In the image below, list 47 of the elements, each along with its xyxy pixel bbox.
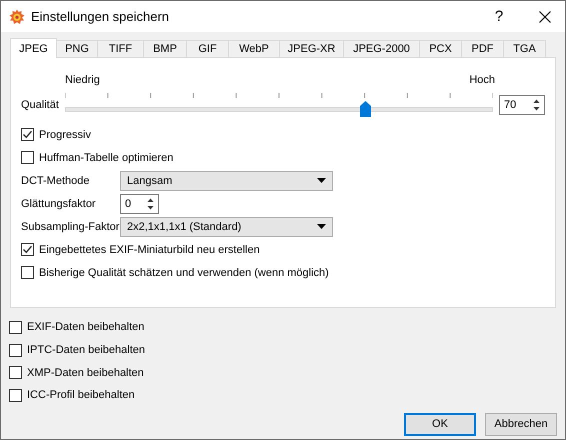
close-icon[interactable]	[539, 10, 551, 22]
dropdown[interactable]: 2x2,1x1,1x1 (Standard)	[120, 216, 333, 236]
app-icon	[9, 8, 25, 24]
quality-spin-field[interactable]: 70	[499, 95, 545, 115]
help-button[interactable]: ?	[489, 8, 509, 25]
dropdown-arrow-icon	[317, 224, 326, 229]
checkbox-label: Huffman-Tabelle optimieren	[39, 152, 174, 164]
slider-thumb[interactable]	[360, 101, 371, 117]
checkbox-label: EXIF-Daten beibehalten	[27, 321, 144, 334]
window-title: Einstellungen speichern	[31, 9, 170, 24]
dropdown-arrow-icon	[317, 178, 326, 183]
checkbox[interactable]	[9, 344, 22, 357]
checkbox-label: IPTC-Daten beibehalten	[27, 344, 146, 356]
checkbox[interactable]	[9, 366, 22, 380]
tab[interactable]: BMP	[144, 40, 187, 57]
checkbox-label: Progressiv	[39, 128, 91, 140]
tab[interactable]: JPEG	[10, 38, 57, 58]
field-label: Subsampling-Faktor	[21, 220, 120, 232]
tab[interactable]: TIFF	[98, 40, 144, 57]
checkbox[interactable]	[21, 128, 34, 141]
tab[interactable]: PCX	[420, 40, 462, 57]
scale-label: Hoch	[469, 74, 495, 86]
slider-label: Qualität	[21, 99, 60, 111]
tab[interactable]: PDF	[462, 40, 504, 57]
field-label: DCT-Methode	[21, 174, 90, 186]
tab[interactable]: GIF	[187, 40, 229, 57]
checkbox[interactable]	[9, 388, 22, 402]
checkbox-label: Eingebettetes EXIF-Miniaturbild neu erstellen	[39, 244, 260, 256]
tab[interactable]: TGA	[504, 40, 546, 57]
tab[interactable]: JPEG-2000	[344, 40, 420, 57]
tab[interactable]: WebP	[229, 40, 280, 57]
quality-slider[interactable]	[65, 93, 493, 117]
tab[interactable]: JPEG-XR	[280, 40, 344, 57]
checkbox-label: XMP-Daten beibehalten	[27, 366, 144, 379]
field-label: Glättungsfaktor	[21, 198, 97, 210]
checkbox-label: Bisherige Qualität schätzen und verwenden (wenn möglich)	[39, 266, 329, 278]
checkbox[interactable]	[21, 266, 34, 279]
checkbox[interactable]	[9, 320, 22, 334]
dialog-button[interactable]: OK	[404, 412, 476, 436]
tab[interactable]: PNG	[57, 40, 98, 57]
dropdown[interactable]: Langsam	[120, 170, 333, 190]
spin-field[interactable]: 0	[120, 194, 159, 214]
dialog-button[interactable]: Abbrechen	[485, 412, 557, 436]
checkbox-label: ICC-Profil beibehalten	[27, 389, 135, 402]
checkbox[interactable]	[21, 151, 34, 164]
scale-label: Niedrig	[65, 74, 100, 86]
checkbox[interactable]	[21, 243, 34, 256]
